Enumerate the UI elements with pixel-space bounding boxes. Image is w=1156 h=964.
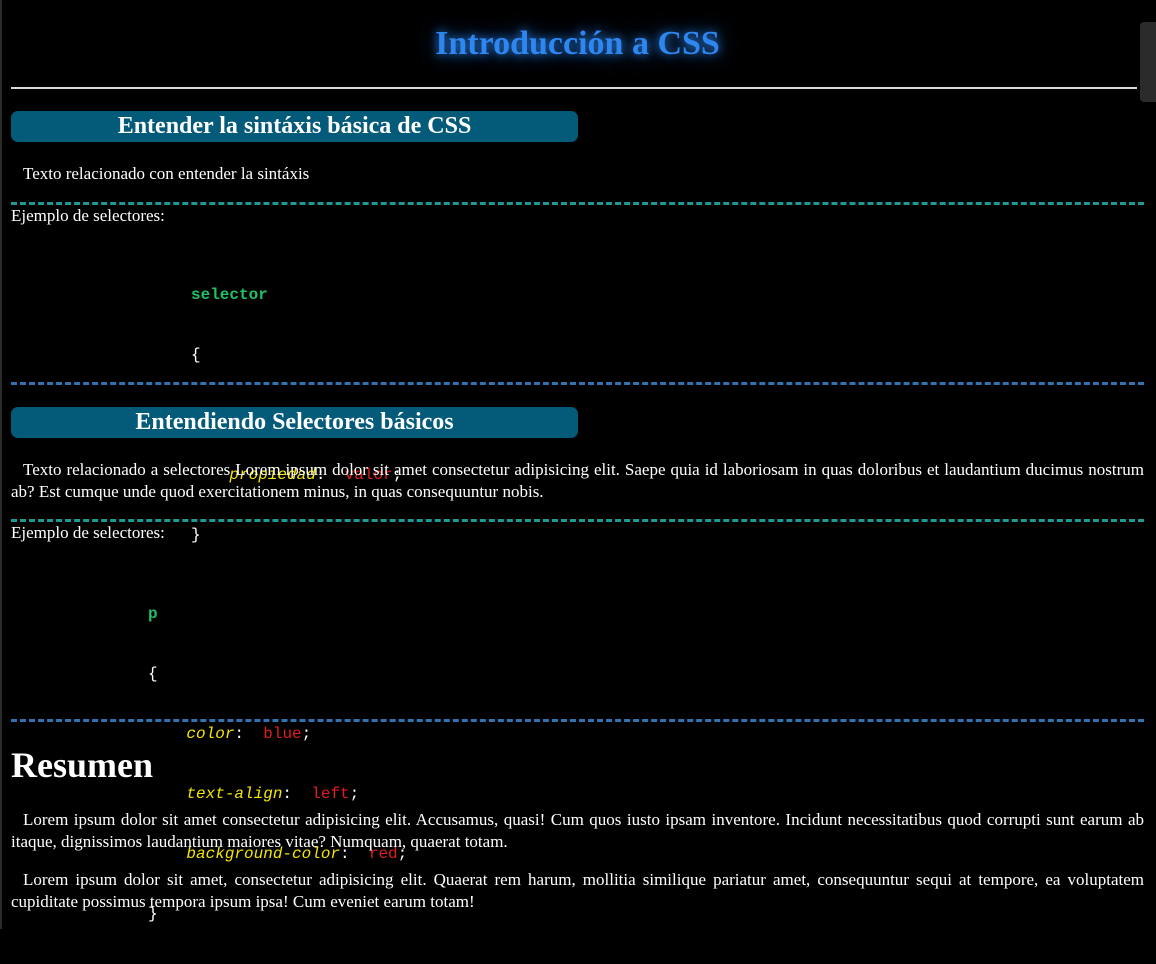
page-content: Introducción a CSS Entender la sintáxis … [11, 0, 1144, 923]
code-selector: selector [191, 286, 268, 304]
example-label: Ejemplo de selectores: [11, 206, 165, 225]
code-value: left [311, 785, 350, 803]
code-property: color [186, 725, 235, 743]
summary-heading: Resumen [11, 745, 153, 785]
code-declaration: color: blue; [186, 725, 312, 743]
section-syntax-text: Texto relacionado con entender la sintáx… [23, 164, 310, 183]
summary-paragraph: Lorem ipsum dolor sit amet consectetur a… [11, 810, 1144, 851]
summary-paragraph: Lorem ipsum dolor sit amet, consectetur … [11, 870, 1144, 911]
window-left-border [0, 0, 2, 929]
code-open-brace: { [191, 346, 201, 364]
code-open-brace: { [148, 665, 158, 683]
section-heading-selectors: Entendiendo Selectores básicos [11, 407, 578, 438]
page-title: Introducción a CSS [435, 25, 720, 62]
code-close-brace: } [191, 526, 201, 544]
section-heading-syntax: Entender la sintáxis básica de CSS [11, 111, 578, 142]
title-divider [11, 87, 1137, 89]
code-declaration: text-align: left; [186, 785, 360, 803]
section-selectors-text: Texto relacionado a selectores Lorem ips… [11, 460, 1144, 501]
code-property: text-align [186, 785, 283, 803]
divider-dashed-blue [11, 382, 1144, 385]
code-selector: p [148, 605, 158, 623]
divider-dashed-green [11, 202, 1144, 205]
example-label: Ejemplo de selectores: [11, 523, 165, 542]
divider-dashed-blue [11, 719, 1144, 722]
code-value: blue [263, 725, 302, 743]
divider-dashed-green [11, 519, 1144, 522]
